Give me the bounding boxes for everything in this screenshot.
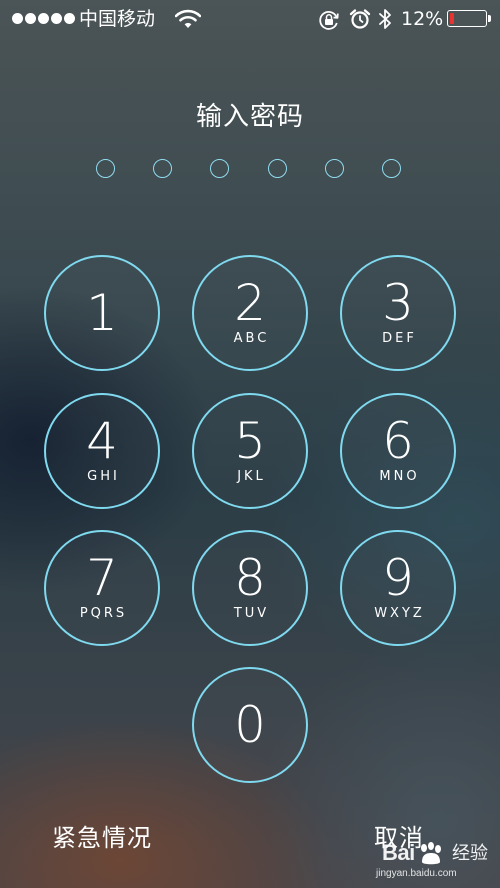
watermark-url: jingyan.baidu.com	[376, 868, 457, 879]
key-letters: PQRS	[79, 606, 128, 621]
passcode-dot	[210, 159, 230, 178]
emergency-button[interactable]: 紧急情况	[52, 822, 152, 854]
wifi-icon	[175, 9, 201, 28]
cellular-signal-icon	[12, 13, 75, 24]
carrier-name: 中国移动	[79, 8, 156, 30]
bluetooth-icon	[379, 9, 391, 29]
keypad-key-0[interactable]: 0	[192, 667, 308, 783]
key-digit: 9	[382, 549, 414, 607]
key-letters: ABC	[233, 331, 270, 346]
passcode-dot	[267, 159, 287, 178]
key-digit: 1	[86, 284, 118, 342]
keypad-key-5[interactable]: 5 JKL	[192, 393, 308, 509]
key-letters: JKL	[237, 469, 266, 484]
keypad-key-2[interactable]: 2 ABC	[192, 255, 308, 371]
key-letters: TUV	[233, 606, 270, 621]
key-letters: WXYZ	[374, 606, 425, 621]
key-digit: 4	[86, 412, 118, 470]
passcode-dot	[96, 159, 115, 178]
passcode-dot	[382, 159, 401, 178]
signal-dot	[38, 13, 49, 24]
keypad-key-7[interactable]: 7 PQRS	[44, 530, 160, 646]
watermark: Bai 经验 jingyan.baidu.com	[370, 840, 494, 884]
battery-icon	[447, 10, 491, 27]
signal-dot	[51, 13, 62, 24]
status-bar: 中国移动 12%	[0, 0, 500, 38]
lock-rotation-icon	[319, 11, 339, 30]
key-letters: GHI	[87, 469, 120, 484]
key-digit: 2	[234, 274, 266, 332]
keypad-key-8[interactable]: 8 TUV	[192, 530, 308, 646]
key-letters: DEF	[382, 331, 417, 346]
keypad-key-9[interactable]: 9 WXYZ	[340, 530, 456, 646]
paw-logo-icon	[421, 842, 441, 865]
watermark-label: 经验	[452, 843, 488, 864]
battery-tip	[488, 15, 491, 22]
battery-level-fill	[450, 13, 454, 24]
key-digit: 5	[234, 412, 266, 470]
key-digit: 3	[382, 274, 414, 332]
watermark-brand: Bai	[382, 840, 415, 865]
keypad-key-6[interactable]: 6 MNO	[340, 393, 456, 509]
passcode-dot	[324, 159, 344, 178]
signal-dot	[25, 13, 36, 24]
battery-percent: 12%	[401, 8, 444, 30]
keypad-key-3[interactable]: 3 DEF	[340, 255, 456, 371]
alarm-icon	[349, 9, 371, 29]
keypad-key-4[interactable]: 4 GHI	[44, 393, 160, 509]
signal-dot	[64, 13, 75, 24]
key-digit: 8	[234, 549, 266, 607]
key-digit: 0	[234, 696, 266, 754]
page-title: 输入密码	[195, 102, 304, 132]
passcode-dot	[153, 159, 173, 178]
key-letters: MNO	[379, 469, 420, 484]
key-digit: 6	[382, 412, 414, 470]
keypad-key-1[interactable]: 1	[44, 255, 160, 371]
key-digit: 7	[86, 549, 118, 607]
signal-dot	[12, 13, 23, 24]
